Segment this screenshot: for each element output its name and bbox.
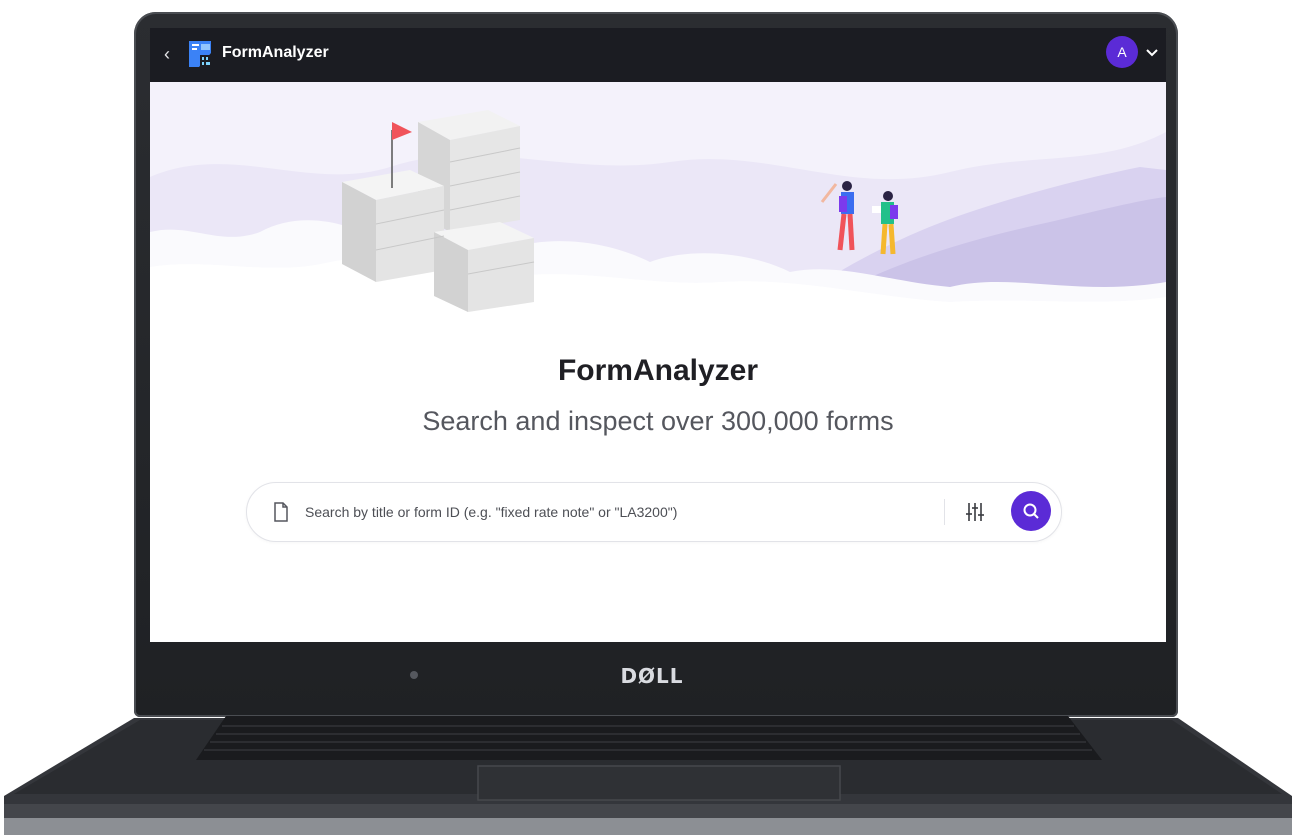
back-button[interactable]: ‹ — [154, 41, 180, 67]
page-title: FormAnalyzer — [557, 354, 759, 387]
app-name: FormAnalyzer — [222, 44, 329, 61]
page-subtitle: Search and inspect over 300,000 forms — [422, 406, 894, 436]
chevron-left-icon: ‹ — [164, 44, 170, 64]
user-avatar[interactable]: A — [1106, 36, 1138, 68]
form-logo-icon — [189, 41, 211, 67]
search-icon — [1023, 503, 1039, 519]
search-button[interactable] — [1011, 491, 1051, 531]
top-navigation-bar: ‹ FormAnalyzer A — [150, 28, 1166, 82]
laptop-base — [4, 716, 1292, 835]
sliders-icon[interactable] — [963, 500, 987, 524]
file-icon — [274, 502, 288, 522]
search-bar — [246, 482, 1062, 542]
search-input[interactable] — [303, 495, 927, 529]
app-screen: ‹ FormAnalyzer A FormAnalyzer Search and… — [150, 28, 1166, 642]
hero-illustration — [150, 82, 1166, 342]
chevron-down-icon[interactable] — [1143, 42, 1161, 62]
laptop-brand-logo: DØLL — [620, 664, 684, 688]
webcam — [410, 671, 418, 679]
search-divider — [944, 499, 945, 525]
